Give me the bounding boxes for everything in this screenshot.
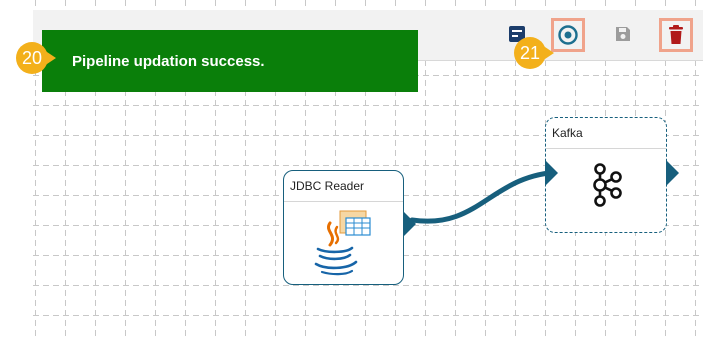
- node-divider: [546, 148, 666, 149]
- input-port[interactable]: [545, 160, 558, 186]
- callout-arrow: [44, 50, 56, 66]
- output-port[interactable]: [666, 160, 679, 186]
- output-port[interactable]: [403, 211, 416, 237]
- node-divider: [284, 201, 403, 202]
- success-toast: Pipeline updation success.: [42, 30, 418, 92]
- kafka-icon: [593, 163, 622, 207]
- callout-arrow: [542, 45, 554, 61]
- jdbc-reader-node[interactable]: JDBC Reader: [283, 170, 416, 285]
- node-title: JDBC Reader: [290, 179, 365, 193]
- toast-message: Pipeline updation success.: [72, 52, 265, 70]
- java-icon: [314, 210, 371, 276]
- node-title: Kafka: [552, 126, 583, 140]
- callout-20: 20: [16, 42, 56, 74]
- callout-21: 21: [514, 37, 554, 69]
- kafka-node[interactable]: Kafka: [545, 117, 679, 233]
